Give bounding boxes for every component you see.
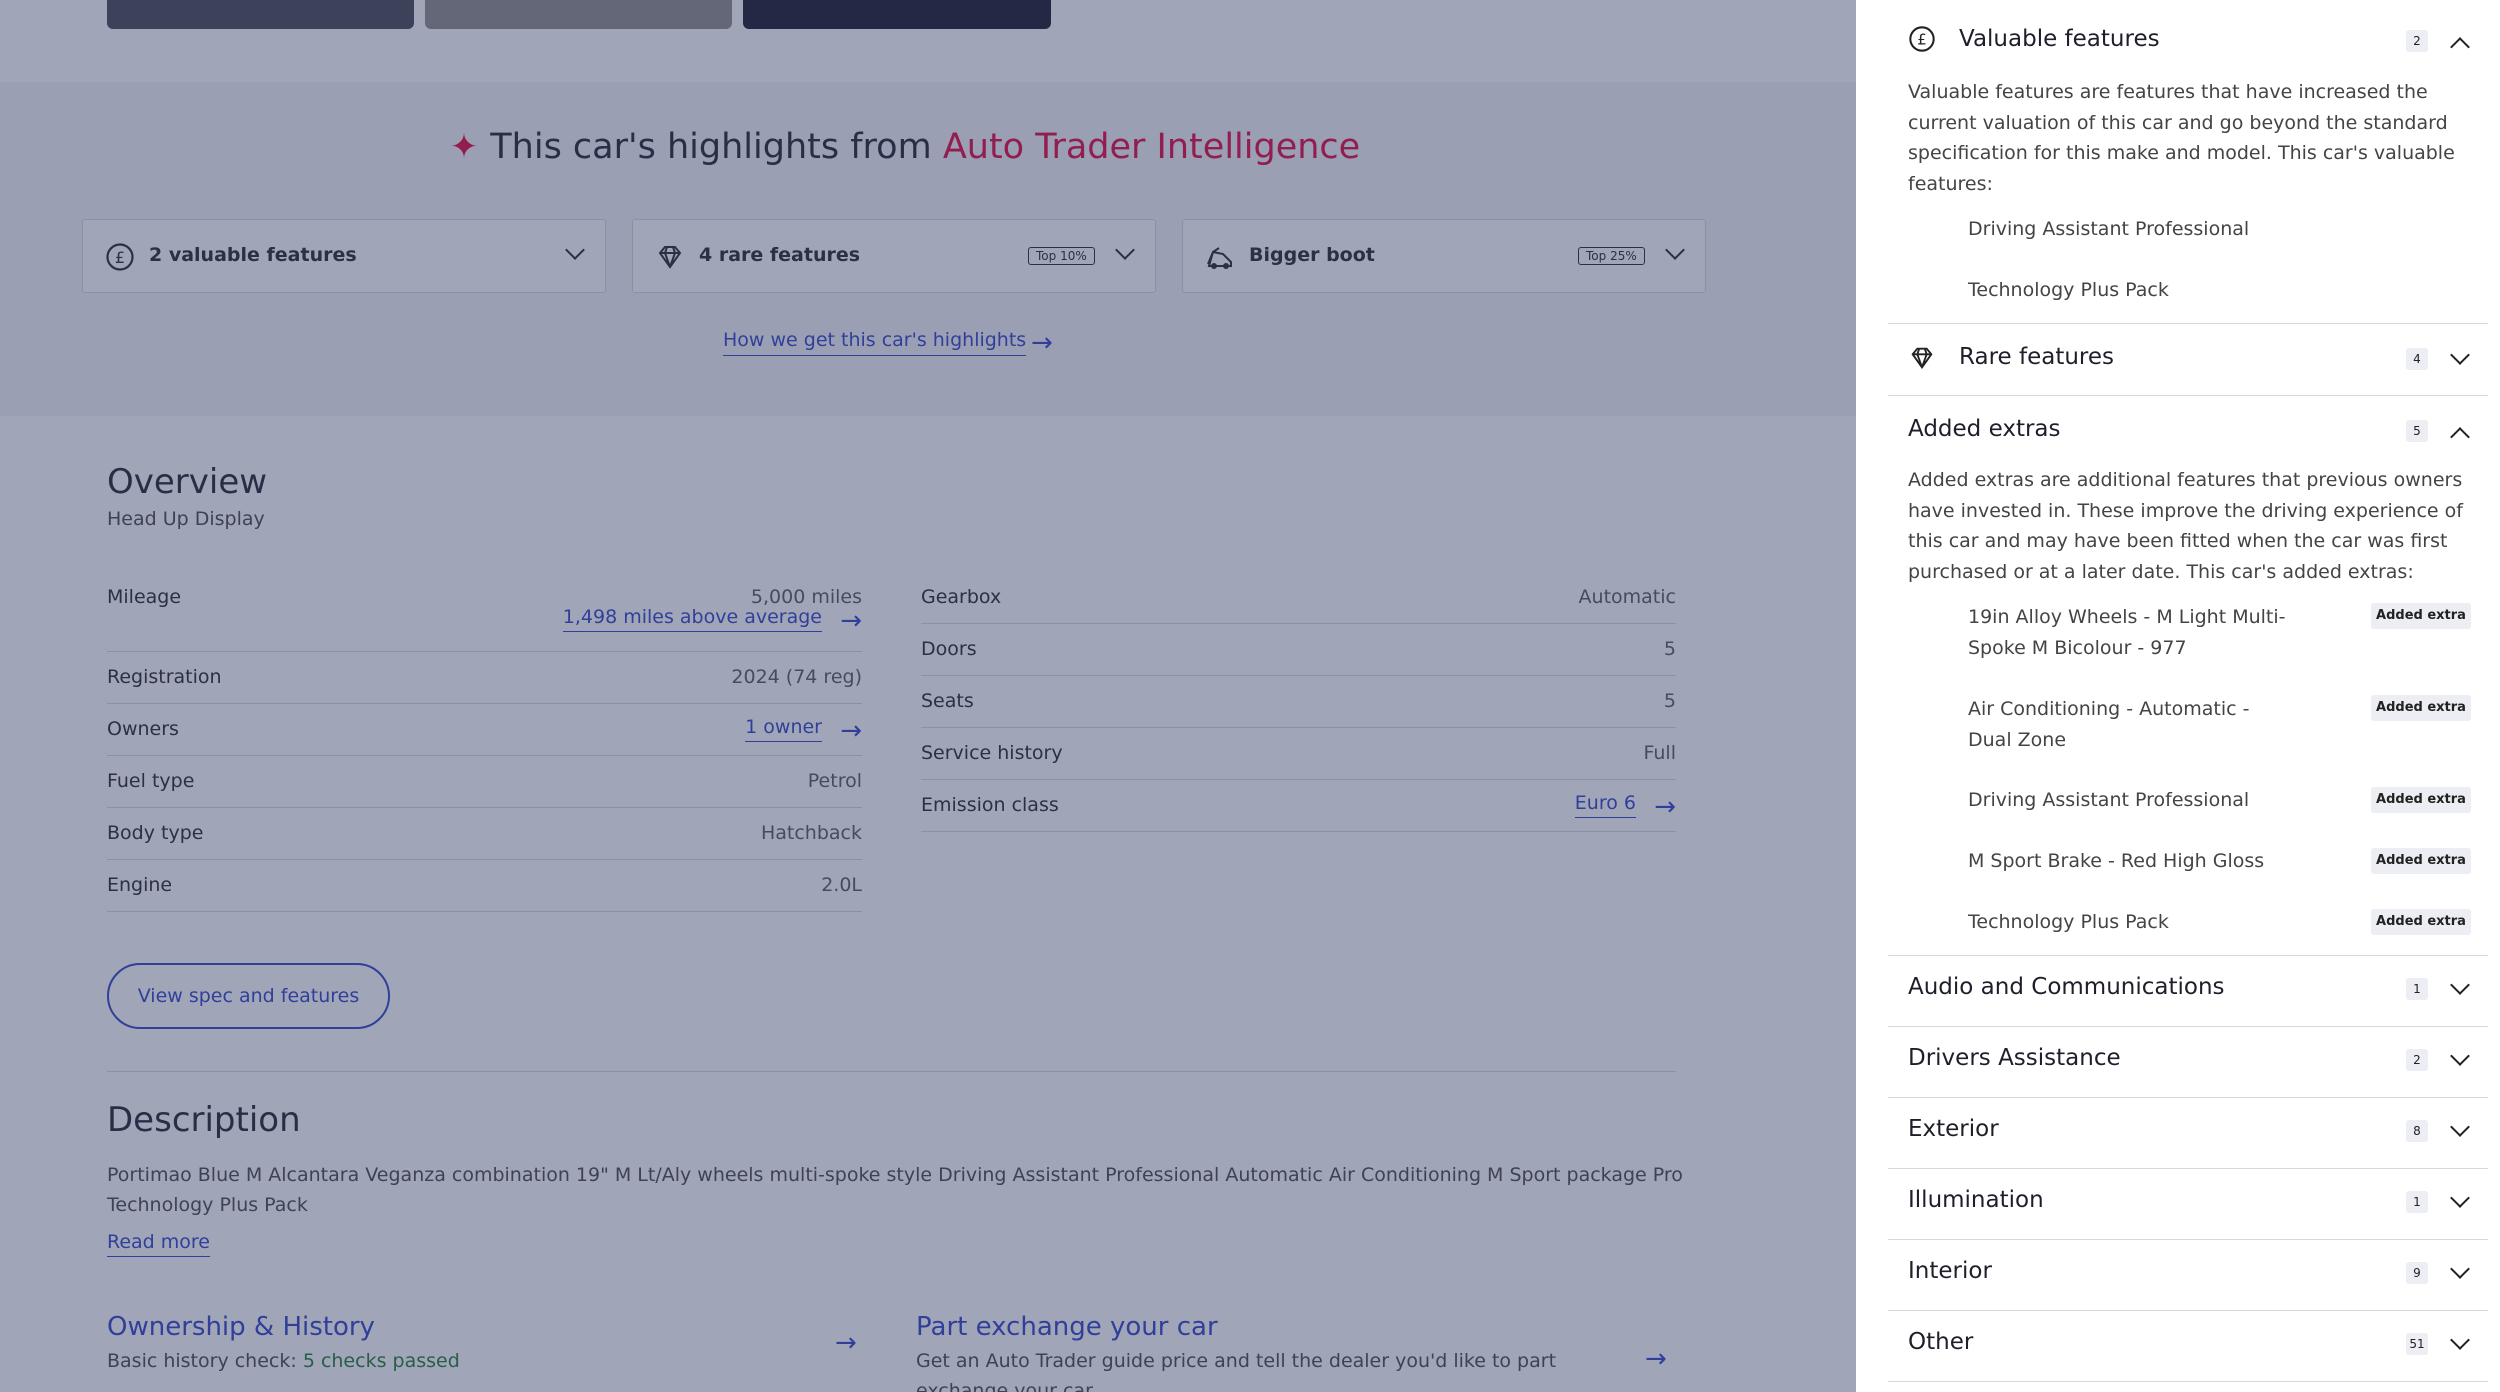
extra-item: Air Conditioning - Automatic - Dual Zone bbox=[1968, 698, 2250, 751]
extra-item: M Sport Brake - Red High Gloss bbox=[1968, 850, 2265, 872]
count-badge: 1 bbox=[2406, 978, 2428, 1000]
added-extra-badge: Added extra bbox=[2371, 603, 2471, 629]
how-highlights-link[interactable]: How we get this car's highlights bbox=[723, 329, 1027, 356]
valuable-item: Technology Plus Pack bbox=[1968, 279, 2169, 301]
section-title[interactable]: Valuable features bbox=[1959, 26, 2160, 52]
count-badge: 5 bbox=[2406, 420, 2428, 442]
added-extra-badge: Added extra bbox=[2371, 909, 2471, 935]
section-title: Rare features bbox=[1959, 344, 2115, 370]
section-audio[interactable]: Audio and Communications 1 bbox=[1888, 956, 2488, 1027]
section-exterior[interactable]: Exterior 8 bbox=[1888, 1098, 2488, 1169]
section-title[interactable]: Added extras bbox=[1908, 416, 2061, 442]
chevron-up-icon[interactable] bbox=[2450, 37, 2470, 57]
description-text: Portimao Blue M Alcantara Veganza combin… bbox=[107, 1164, 1683, 1216]
part-exchange-title[interactable]: Part exchange your car bbox=[916, 1312, 1218, 1342]
spec-row-fuel: Fuel type Petrol bbox=[107, 756, 862, 808]
sparkle-icon: ✦ bbox=[449, 127, 479, 167]
chevron-down-icon bbox=[1115, 240, 1135, 260]
read-more-link[interactable]: Read more bbox=[107, 1231, 210, 1257]
highlights-title: ✦ This car's highlights from Auto Trader … bbox=[449, 127, 1361, 167]
extras-intro: Added extras are additional features tha… bbox=[1908, 469, 2463, 583]
features-panel: £ Valuable features 2 Valuable features … bbox=[1856, 0, 2500, 1392]
highlight-card-boot[interactable]: Bigger boot Top 25% bbox=[1182, 219, 1706, 293]
svg-text:£: £ bbox=[1917, 31, 1927, 49]
svg-text:£: £ bbox=[115, 248, 125, 267]
arrow-right-icon: → bbox=[1031, 328, 1053, 358]
highlight-card-valuable[interactable]: £ 2 valuable features bbox=[82, 219, 606, 293]
chevron-down-icon bbox=[565, 240, 585, 260]
ownership-title[interactable]: Ownership & History bbox=[107, 1312, 375, 1342]
view-spec-button[interactable]: View spec and features bbox=[107, 963, 390, 1029]
emission-link[interactable]: Euro 6 bbox=[1574, 792, 1636, 818]
mileage-comparison-link[interactable]: 1,498 miles above average bbox=[562, 606, 822, 632]
section-drivers-assistance[interactable]: Drivers Assistance 2 bbox=[1888, 1027, 2488, 1098]
count-badge: 2 bbox=[2406, 1049, 2428, 1071]
chevron-down-icon bbox=[2450, 1117, 2470, 1137]
listing-page: ✦ This car's highlights from Auto Trader … bbox=[0, 0, 1856, 1392]
highlights-section: ✦ This car's highlights from Auto Trader … bbox=[0, 82, 1856, 416]
chevron-up-icon[interactable] bbox=[2450, 427, 2470, 447]
overview-title: Overview bbox=[107, 462, 268, 502]
section-interior[interactable]: Interior 9 bbox=[1888, 1240, 2488, 1311]
description-title: Description bbox=[107, 1100, 301, 1140]
arrow-right-icon: → bbox=[840, 716, 862, 746]
spec-row-doors: Doors 5 bbox=[921, 624, 1676, 676]
boot-icon bbox=[1205, 242, 1235, 272]
diamond-icon bbox=[655, 242, 685, 272]
section-other[interactable]: Other 51 bbox=[1888, 1311, 2488, 1382]
extra-item: Driving Assistant Professional bbox=[1968, 789, 2250, 811]
count-badge: 4 bbox=[2406, 348, 2428, 370]
spec-row-service: Service history Full bbox=[921, 728, 1676, 780]
chevron-down-icon bbox=[2450, 1259, 2470, 1279]
spec-row-registration: Registration 2024 (74 reg) bbox=[107, 652, 862, 704]
chevron-down-icon bbox=[2450, 1188, 2470, 1208]
chevron-down-icon bbox=[2450, 345, 2470, 365]
count-badge: 1 bbox=[2406, 1191, 2428, 1213]
valuable-item: Driving Assistant Professional bbox=[1968, 218, 2250, 240]
added-extra-badge: Added extra bbox=[2371, 787, 2471, 813]
count-badge: 9 bbox=[2406, 1262, 2428, 1284]
spec-row-mileage: Mileage 5,000 miles 1,498 miles above av… bbox=[107, 572, 862, 652]
chevron-down-icon bbox=[2450, 1330, 2470, 1350]
gallery-thumbnail[interactable] bbox=[743, 0, 1051, 29]
pound-coin-icon: £ bbox=[105, 242, 135, 272]
gallery-thumbnail[interactable] bbox=[107, 0, 414, 29]
rank-badge: Top 25% bbox=[1578, 247, 1645, 265]
chevron-down-icon bbox=[2450, 1046, 2470, 1066]
extra-item: Technology Plus Pack bbox=[1968, 911, 2169, 933]
added-extra-badge: Added extra bbox=[2371, 848, 2471, 874]
gallery-thumbnail[interactable] bbox=[425, 0, 732, 29]
count-badge: 8 bbox=[2406, 1120, 2428, 1142]
spec-row-gearbox: Gearbox Automatic bbox=[921, 572, 1676, 624]
rank-badge: Top 10% bbox=[1028, 247, 1095, 265]
section-illumination[interactable]: Illumination 1 bbox=[1888, 1169, 2488, 1240]
extra-item: 19in Alloy Wheels - M Light Multi-Spoke … bbox=[1968, 606, 2286, 659]
arrow-right-icon: → bbox=[1654, 792, 1676, 822]
pound-coin-icon: £ bbox=[1908, 25, 1936, 60]
diamond-icon bbox=[1908, 344, 1936, 379]
section-rare-features[interactable]: Rare features 4 bbox=[1888, 324, 2488, 396]
count-badge: 51 bbox=[2406, 1333, 2428, 1355]
owners-link[interactable]: 1 owner bbox=[745, 716, 822, 742]
checks-passed: 5 checks passed bbox=[302, 1350, 460, 1372]
spec-row-emission: Emission class Euro 6 → bbox=[921, 780, 1676, 832]
part-exchange-text: Get an Auto Trader guide price and tell … bbox=[916, 1350, 1557, 1392]
added-extra-badge: Added extra bbox=[2371, 695, 2471, 721]
ownership-text: Basic history check: 5 checks passed bbox=[107, 1350, 460, 1372]
valuable-intro: Valuable features are features that have… bbox=[1908, 81, 2455, 195]
chevron-down-icon bbox=[2450, 975, 2470, 995]
arrow-right-icon[interactable]: → bbox=[1645, 1346, 1667, 1372]
overview-subtitle: Head Up Display bbox=[107, 508, 265, 530]
highlight-card-rare[interactable]: 4 rare features Top 10% bbox=[632, 219, 1156, 293]
divider bbox=[107, 1071, 1676, 1072]
spec-row-seats: Seats 5 bbox=[921, 676, 1676, 728]
spec-row-engine: Engine 2.0L bbox=[107, 860, 862, 912]
chevron-down-icon bbox=[1665, 240, 1685, 260]
count-badge: 2 bbox=[2406, 30, 2428, 52]
spec-row-body: Body type Hatchback bbox=[107, 808, 862, 860]
spec-row-owners: Owners 1 owner → bbox=[107, 704, 862, 756]
arrow-right-icon[interactable]: → bbox=[835, 1330, 857, 1356]
arrow-right-icon: → bbox=[840, 606, 862, 636]
